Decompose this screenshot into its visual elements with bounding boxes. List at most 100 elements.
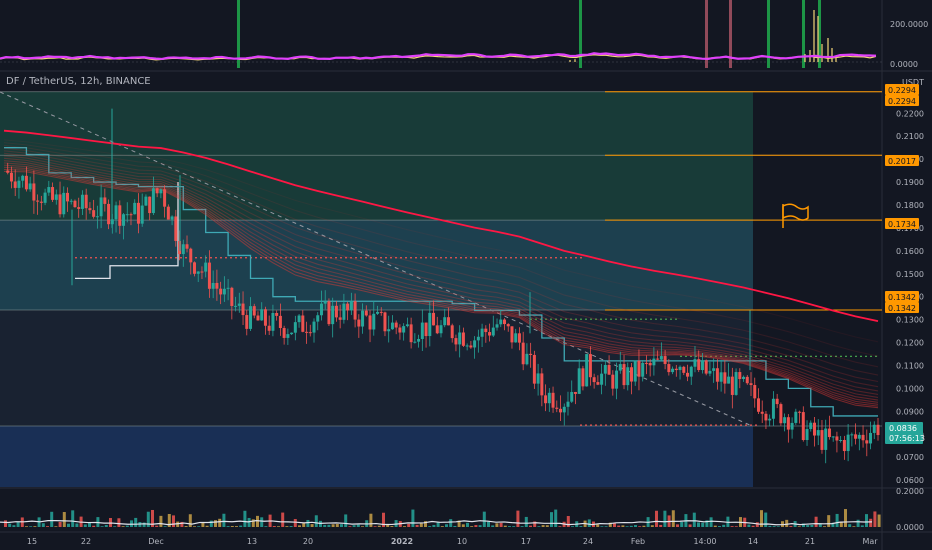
candle-body — [118, 205, 122, 226]
candle-body — [495, 324, 499, 328]
volume-bar — [453, 525, 457, 527]
volume-bar — [495, 523, 499, 527]
candle-body — [499, 319, 503, 325]
candle-body — [775, 398, 779, 405]
candle-body — [368, 315, 372, 330]
candle-body — [596, 382, 600, 385]
volume-bar — [377, 525, 381, 527]
volume-bar — [587, 519, 591, 527]
volume-bar — [478, 525, 482, 527]
volume-bar — [852, 526, 856, 527]
candle-body — [559, 408, 563, 413]
time-axis-label: 20 — [303, 537, 313, 546]
candle-body — [47, 187, 51, 193]
volume-bar — [197, 526, 201, 527]
volume-bar — [415, 524, 419, 527]
volume-bar — [844, 509, 847, 527]
candle-body — [540, 373, 544, 396]
candle-body — [278, 315, 282, 329]
chart-root: 200.00000.0000USDT0.22000.21000.20000.19… — [0, 0, 932, 550]
candle-body — [712, 368, 716, 371]
candle-body — [65, 192, 69, 202]
time-axis-label: 24 — [583, 537, 593, 546]
candle-body — [21, 175, 25, 181]
candle-body — [353, 301, 357, 320]
candle-body — [103, 197, 107, 204]
candle-body — [764, 413, 768, 421]
candle-body — [682, 366, 686, 373]
price-tag-label: 0.1342 — [888, 304, 916, 313]
candle-body — [237, 303, 241, 306]
volume-bar — [776, 526, 780, 527]
candle-body — [36, 200, 40, 202]
candle-body — [432, 312, 436, 326]
candle-body — [872, 424, 876, 433]
candle-body — [555, 407, 559, 409]
volume-bar — [163, 526, 167, 527]
volume-bar — [184, 525, 188, 527]
volume-bar — [125, 525, 129, 527]
volume-bar — [709, 517, 713, 527]
candle-body — [80, 194, 84, 209]
candle-body — [163, 189, 167, 207]
candle-body — [43, 192, 47, 203]
volume-bar — [407, 523, 411, 527]
candle-body — [790, 422, 794, 430]
candle-body — [204, 262, 208, 272]
volume-bar — [235, 526, 238, 527]
candle-body — [424, 322, 428, 337]
candle-body — [689, 366, 693, 377]
candle-body — [267, 325, 271, 331]
volume-bar — [340, 524, 343, 527]
candle-body — [84, 194, 88, 209]
volume-bar — [642, 525, 646, 527]
price-tag-label: 0.2294 — [888, 86, 916, 95]
volume-bar — [50, 511, 54, 527]
candle-body — [786, 417, 790, 430]
price-tag-label: 0.1734 — [888, 220, 916, 229]
volume-bar — [499, 522, 503, 527]
candle-body — [413, 341, 417, 343]
volume-bar — [104, 525, 108, 527]
candle-body — [342, 303, 346, 320]
volume-bar — [827, 515, 831, 527]
candle-body — [159, 189, 163, 194]
time-axis-label: 22 — [81, 537, 91, 546]
candle-body — [32, 183, 36, 201]
candle-body — [730, 376, 734, 395]
candle-body — [850, 434, 854, 436]
volume-bar — [671, 510, 675, 527]
volume-bar — [67, 523, 70, 527]
candle-body — [144, 196, 148, 206]
volume-bar — [810, 524, 814, 527]
candle-body — [846, 434, 850, 452]
volume-bar — [512, 526, 516, 527]
volume-bar — [873, 511, 877, 527]
volume-axis-label: 0.2000 — [896, 487, 924, 496]
candle-body — [387, 329, 391, 332]
candle-body — [376, 311, 380, 314]
volume-bar — [285, 526, 289, 527]
volume-bar — [62, 512, 66, 527]
candle-body — [174, 216, 178, 241]
volume-bar — [230, 526, 234, 527]
volume-bar — [638, 526, 642, 527]
volume-bar — [201, 522, 205, 527]
candle-body — [77, 207, 81, 209]
candle-body — [349, 301, 353, 311]
volume-bar — [629, 525, 633, 527]
candle-body — [316, 315, 320, 322]
volume-bar — [550, 512, 553, 527]
candle-body — [801, 412, 805, 441]
volume-bar — [8, 523, 12, 527]
candle-body — [129, 214, 133, 216]
volume-bar — [373, 526, 377, 527]
candle-body — [196, 271, 200, 274]
candle-body — [491, 327, 495, 336]
candle-body — [835, 436, 839, 441]
candle-body — [331, 305, 335, 325]
volume-bar — [16, 522, 20, 527]
volume-bar — [722, 524, 726, 527]
time-axis-label: 17 — [521, 537, 531, 546]
volume-bar — [625, 526, 629, 527]
